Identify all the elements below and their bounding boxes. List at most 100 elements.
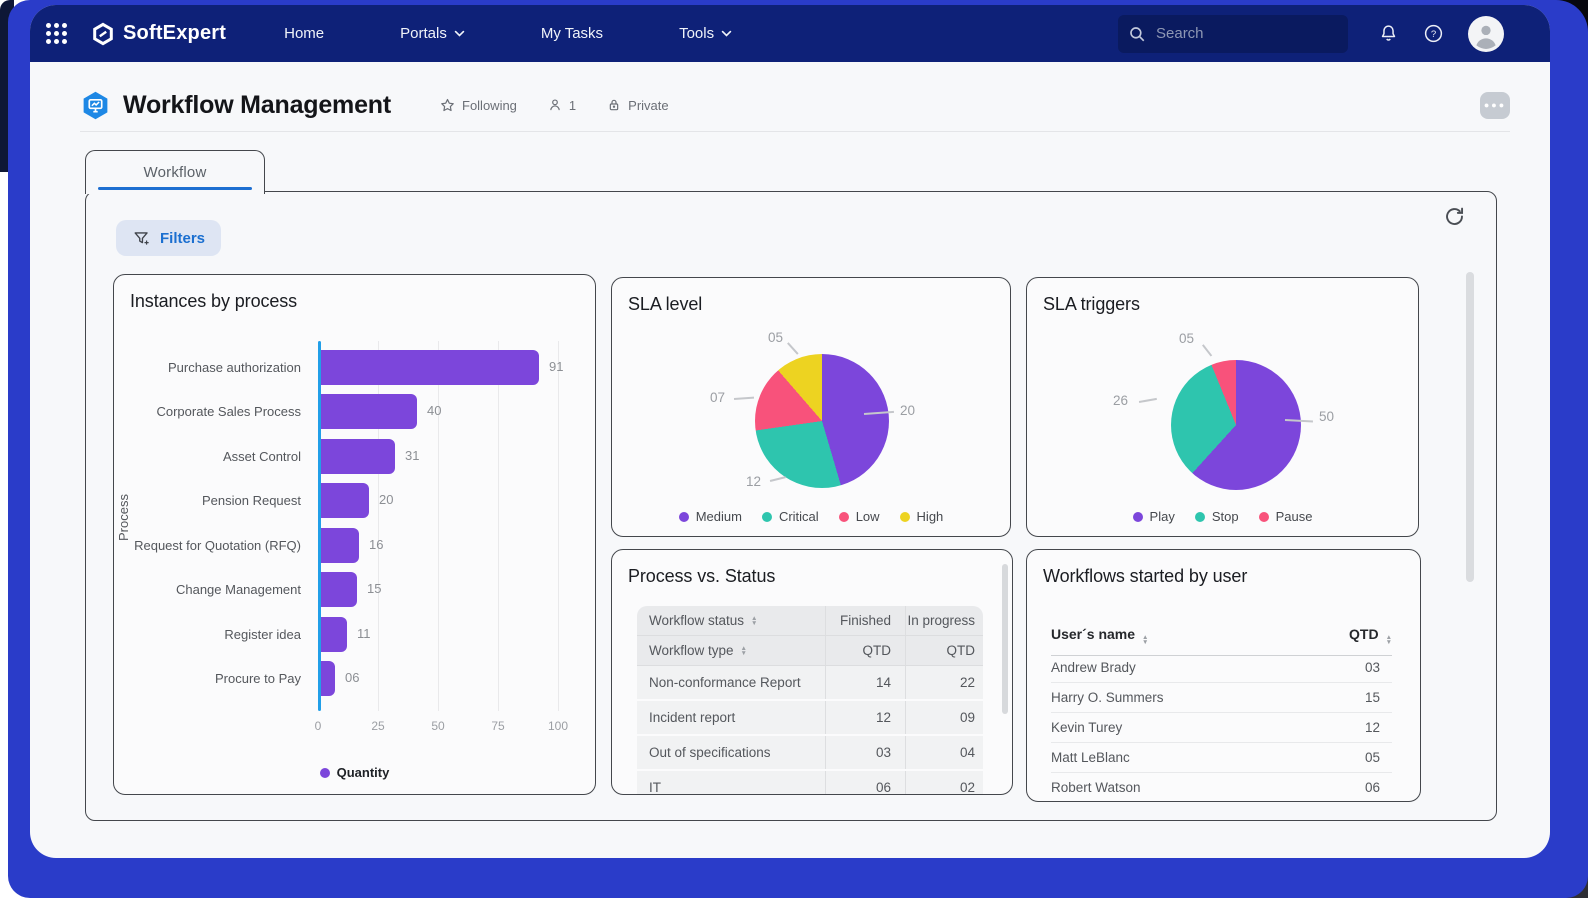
table-row[interactable]: IT0602 xyxy=(637,771,983,795)
members-count[interactable]: 1 xyxy=(547,97,576,113)
pie-slice-value-label: 05 xyxy=(768,330,783,345)
table-subheader-row: Workflow type▲▼ QTD QTD xyxy=(637,636,983,666)
legend-dot xyxy=(1133,512,1143,522)
bar xyxy=(321,661,335,696)
legend-label: Pause xyxy=(1276,509,1313,524)
header-divider xyxy=(80,131,1510,132)
tab-workflow[interactable]: Workflow xyxy=(85,150,265,194)
legend-item: Pause xyxy=(1259,509,1313,524)
process-status-table: Workflow status▲▼ Finished In progress W… xyxy=(637,606,983,795)
top-navbar: SoftExpert Home Portals My Tasks Tools ? xyxy=(30,5,1550,62)
bar xyxy=(321,394,417,429)
refresh-icon[interactable] xyxy=(1443,205,1466,228)
bar-track: 06 xyxy=(310,661,595,696)
table-scrollbar[interactable] xyxy=(1002,564,1008,714)
tab-workflow-label: Workflow xyxy=(144,164,207,181)
sla-level-legend: MediumCriticalLowHigh xyxy=(612,509,1010,524)
nav-item-label: My Tasks xyxy=(541,25,603,42)
legend-dot xyxy=(320,768,330,778)
pie-slice-value-label: 20 xyxy=(900,403,915,418)
cell-in-progress-qtd: 22 xyxy=(906,666,983,699)
more-options-button[interactable]: ●●● xyxy=(1480,92,1510,119)
card-title: Instances by process xyxy=(130,291,297,312)
navbar-right: ? xyxy=(1378,16,1504,52)
cell-finished-qtd: 03 xyxy=(826,736,906,769)
search-input[interactable] xyxy=(1154,24,1328,43)
cell-qtd: 05 xyxy=(1365,750,1392,765)
table-row[interactable]: Harry O. Summers15 xyxy=(1051,683,1392,713)
brand-logo[interactable]: SoftExpert xyxy=(91,22,226,46)
legend-label: Low xyxy=(856,509,880,524)
process-status-table-body: Non-conformance Report1422Incident repor… xyxy=(637,666,983,795)
users-table-body: Andrew Brady03Harry O. Summers15Kevin Tu… xyxy=(1051,653,1392,802)
legend-label: Medium xyxy=(696,509,742,524)
following-toggle[interactable]: Following xyxy=(439,97,517,114)
sort-icon[interactable]: ▲▼ xyxy=(741,646,747,656)
bar-track: 20 xyxy=(310,483,595,518)
table-row[interactable]: Out of specifications0304 xyxy=(637,736,983,771)
workflow-app-icon xyxy=(80,90,111,121)
bar-category-label: Change Management xyxy=(114,582,310,597)
legend-label: High xyxy=(917,509,944,524)
x-tick-label: 0 xyxy=(315,719,322,733)
column-header-workflow-status[interactable]: Workflow status▲▼ xyxy=(637,606,826,635)
nav-item-home[interactable]: Home xyxy=(284,25,324,42)
bar-row: Change Management15 xyxy=(114,568,595,613)
nav-item-label: Portals xyxy=(400,25,447,42)
legend-dot xyxy=(762,512,772,522)
card-title: Process vs. Status xyxy=(628,566,775,587)
bar-category-label: Corporate Sales Process xyxy=(114,404,310,419)
column-header-in-progress: In progress xyxy=(906,606,983,635)
chevron-down-icon xyxy=(721,30,732,37)
x-tick-label: 100 xyxy=(548,719,568,733)
bar-row: Purchase authorization91 xyxy=(114,345,595,390)
nav-item-tools[interactable]: Tools xyxy=(679,25,732,42)
privacy-status[interactable]: Private xyxy=(606,97,668,113)
panel-scrollbar[interactable] xyxy=(1466,272,1474,582)
nav-item-portals[interactable]: Portals xyxy=(400,25,465,42)
notifications-bell-icon[interactable] xyxy=(1378,23,1399,44)
legend-item: Medium xyxy=(679,509,742,524)
table-row[interactable]: Andrew Brady03 xyxy=(1051,653,1392,683)
legend-item: High xyxy=(900,509,944,524)
card-title: SLA level xyxy=(628,294,702,315)
card-process-vs-status: Process vs. Status Workflow status▲▼ Fin… xyxy=(611,549,1013,795)
bar-value-label: 91 xyxy=(549,359,563,374)
pie-label-leader-line xyxy=(770,476,786,481)
nav-item-label: Tools xyxy=(679,25,714,42)
table-row[interactable]: Incident report1209 xyxy=(637,701,983,736)
column-subheader-qtd: QTD xyxy=(906,636,983,665)
table-row[interactable]: Kevin Turey12 xyxy=(1051,713,1392,743)
sort-icon[interactable]: ▲▼ xyxy=(1386,635,1392,645)
table-row[interactable]: Non-conformance Report1422 xyxy=(637,666,983,701)
bar-rows: Purchase authorization91Corporate Sales … xyxy=(114,345,595,701)
bar-row: Procure to Pay06 xyxy=(114,657,595,702)
search-box[interactable] xyxy=(1118,15,1348,53)
column-header-workflow-type[interactable]: Workflow type▲▼ xyxy=(637,636,826,665)
app-grid-icon[interactable] xyxy=(46,23,67,44)
bar-row: Corporate Sales Process40 xyxy=(114,390,595,435)
column-header-users-name[interactable]: User´s name▲▼ xyxy=(1051,626,1148,645)
bar xyxy=(321,483,369,518)
cell-finished-qtd: 12 xyxy=(826,701,906,734)
sort-icon[interactable]: ▲▼ xyxy=(751,616,757,626)
table-row[interactable]: Matt LeBlanc05 xyxy=(1051,743,1392,773)
help-icon[interactable]: ? xyxy=(1423,23,1444,44)
user-avatar[interactable] xyxy=(1468,16,1504,52)
table-row[interactable]: Robert Watson06 xyxy=(1051,773,1392,802)
users-table-header: User´s name▲▼ QTD▲▼ xyxy=(1051,626,1392,656)
sla-triggers-pie xyxy=(1171,360,1301,490)
column-header-finished: Finished xyxy=(826,606,906,635)
filters-button[interactable]: Filters xyxy=(116,220,221,256)
bar-value-label: 16 xyxy=(369,537,383,552)
sla-triggers-legend: PlayStopPause xyxy=(1027,509,1418,524)
nav-item-my-tasks[interactable]: My Tasks xyxy=(541,25,603,42)
cell-workflow-type: Incident report xyxy=(637,701,826,734)
members-count-label: 1 xyxy=(569,98,576,113)
column-header-qtd[interactable]: QTD▲▼ xyxy=(1349,626,1392,645)
cell-workflow-type: IT xyxy=(637,771,826,795)
legend-dot xyxy=(839,512,849,522)
sort-icon[interactable]: ▲▼ xyxy=(1142,635,1148,645)
page-meta: Following 1 Private xyxy=(439,97,669,114)
cell-user-name: Harry O. Summers xyxy=(1051,690,1164,705)
